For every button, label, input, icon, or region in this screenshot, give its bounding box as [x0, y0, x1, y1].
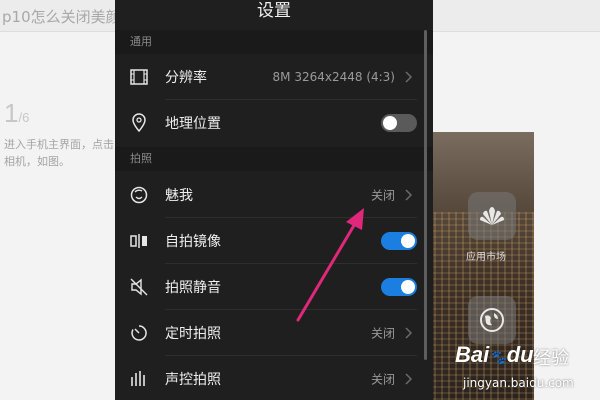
mirror-toggle[interactable]: [381, 232, 417, 250]
settings-row-resolution[interactable]: 分辨率 8M 3264x2448 (4:3): [115, 54, 433, 100]
app-label-market: 应用市场: [466, 252, 506, 263]
beauty-value: 关闭: [370, 188, 395, 203]
mute-toggle[interactable]: [381, 278, 417, 296]
watermark-url: jingyan.baidu.com: [463, 376, 574, 390]
beauty-label: 魅我: [165, 188, 193, 204]
resolution-icon: [129, 67, 149, 87]
settings-row-mute[interactable]: 拍照静音: [115, 264, 433, 310]
timer-label: 定时拍照: [165, 326, 221, 342]
location-label: 地理位置: [165, 116, 221, 132]
settings-panel: 设置 通用 分辨率 8M 3264x2448 (4:3) 地理位置 拍照 魅我 …: [115, 0, 433, 400]
timer-value: 关闭: [370, 326, 395, 341]
settings-row-voice[interactable]: 声控拍照 关闭: [115, 356, 433, 400]
voice-label: 声控拍照: [165, 372, 221, 388]
settings-row-location[interactable]: 地理位置: [115, 100, 433, 146]
watermark-brand: Bai🐾du: [455, 342, 534, 367]
beauty-face-icon: [129, 185, 149, 205]
page-title: 设置: [257, 1, 291, 21]
resolution-value: 8M 3264x2448 (4:3): [272, 70, 395, 84]
step-text: 进入手机主界面，点击相机，如图。: [4, 138, 114, 168]
toggle-knob: [401, 234, 415, 248]
section-header-photo: 拍照: [115, 147, 433, 171]
chevron-right-icon: [405, 71, 413, 83]
article-title: p10怎么关闭美颜: [2, 8, 121, 26]
baidu-jingyan-watermark: Bai🐾du 经验 jingyan.baidu.com: [455, 332, 595, 396]
watermark-text: 经验: [533, 348, 569, 369]
settings-row-beauty[interactable]: 魅我 关闭: [115, 172, 433, 218]
mute-label: 拍照静音: [165, 280, 221, 296]
settings-row-timer[interactable]: 定时拍照 关闭: [115, 310, 433, 356]
speaker-mute-icon: [129, 277, 149, 297]
chevron-right-icon: [405, 189, 413, 201]
toggle-knob: [383, 116, 397, 130]
resolution-label: 分辨率: [165, 70, 207, 86]
mirror-icon: [129, 231, 149, 251]
settings-row-mirror[interactable]: 自拍镜像: [115, 218, 433, 264]
location-toggle[interactable]: [381, 114, 417, 132]
chevron-right-icon: [405, 327, 413, 339]
paw-icon: 🐾: [489, 349, 507, 365]
huawei-logo-icon: [468, 192, 516, 240]
location-pin-icon: [129, 113, 149, 133]
timer-icon: [129, 323, 149, 343]
mirror-label: 自拍镜像: [165, 234, 221, 250]
scrollbar[interactable]: [424, 30, 427, 360]
toggle-knob: [401, 280, 415, 294]
voice-value: 关闭: [370, 372, 395, 387]
chevron-right-icon: [405, 373, 413, 385]
voice-bars-icon: [129, 369, 149, 389]
section-header-general: 通用: [115, 30, 433, 54]
step-number: 1/6: [4, 98, 30, 128]
